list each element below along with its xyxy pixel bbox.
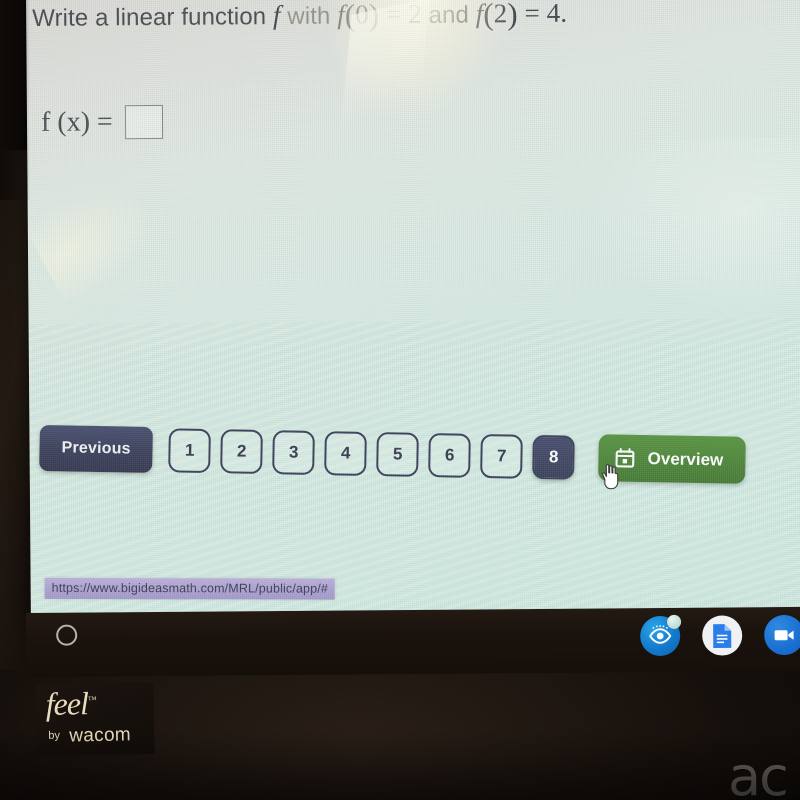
equation2-argument: 2 — [493, 0, 508, 29]
browser-status-bar-url: https://www.bigideasmath.com/MRL/public/… — [44, 577, 336, 600]
page-button-5[interactable]: 5 — [376, 431, 420, 477]
calendar-icon — [615, 447, 635, 468]
previous-button[interactable]: Previous — [39, 424, 154, 473]
equation2-value: 4 — [546, 0, 561, 28]
photograph-of-laptop-screen: Write a linear function f with f(0) = 2 … — [0, 0, 800, 800]
page-button-8[interactable]: 8 — [532, 434, 576, 480]
equation2-left-paren: ( — [483, 0, 494, 32]
docs-glyph — [713, 623, 732, 648]
wacom-by-label: by — [48, 729, 61, 742]
equation2-equals: = — [524, 0, 541, 29]
question-statement: Write a linear function f with f(0) = 2 … — [32, 0, 792, 36]
equation2-right-paren: ) — [507, 0, 518, 32]
wacom-feel-wordmark: feel™ — [45, 685, 96, 723]
page-button-4[interactable]: 4 — [324, 430, 368, 476]
video-camera-icon[interactable] — [764, 614, 800, 656]
overview-button[interactable]: Overview — [598, 434, 746, 484]
question-conjunction: and — [428, 1, 470, 29]
question-period: . — [560, 0, 568, 28]
equation1-argument: 0 — [355, 0, 369, 30]
video-camera-glyph — [774, 630, 794, 641]
page-button-2[interactable]: 2 — [220, 428, 264, 474]
equation1-right-paren: ) — [368, 0, 380, 33]
page-button-3[interactable]: 3 — [272, 429, 316, 475]
question-variable-f: f — [272, 0, 281, 31]
equation1-equals: = — [385, 0, 402, 30]
equation1-left-paren: ( — [344, 0, 356, 33]
answer-input-box[interactable] — [124, 104, 163, 140]
eye-accessibility-icon[interactable] — [640, 614, 682, 657]
wacom-trademark-symbol: ™ — [87, 694, 96, 705]
wacom-branding-sticker: feel™ by wacom — [35, 681, 155, 757]
question-text-part2: with — [287, 2, 331, 30]
overview-button-label: Overview — [647, 448, 724, 469]
question-navigation-bar: Previous 1 2 3 4 5 6 7 8 Overview — [39, 418, 800, 488]
screen-glare-right — [587, 137, 800, 320]
oem-logo: ac — [728, 745, 787, 800]
wacom-wordmark: wacom — [69, 724, 132, 747]
eye-icon-badge — [667, 614, 682, 629]
screen-glare-left — [26, 165, 171, 302]
question-text-part1: Write a linear function — [32, 3, 267, 32]
google-docs-icon[interactable] — [702, 615, 743, 656]
answer-label-fx: f (x) = — [40, 106, 113, 138]
navigation-buttons-row: Previous 1 2 3 4 5 6 7 8 Overview — [39, 424, 746, 484]
shelf-tray — [640, 614, 800, 657]
wacom-feel-text: feel — [45, 685, 89, 722]
page-button-7[interactable]: 7 — [480, 433, 524, 479]
page-button-1[interactable]: 1 — [168, 427, 212, 473]
browser-viewport: Write a linear function f with f(0) = 2 … — [26, 0, 800, 616]
equation1-value: 2 — [408, 0, 422, 29]
page-button-6[interactable]: 6 — [428, 432, 472, 478]
chromeos-shelf — [26, 606, 800, 677]
launcher-circle-icon[interactable] — [56, 624, 78, 646]
answer-row: f (x) = — [40, 104, 163, 140]
